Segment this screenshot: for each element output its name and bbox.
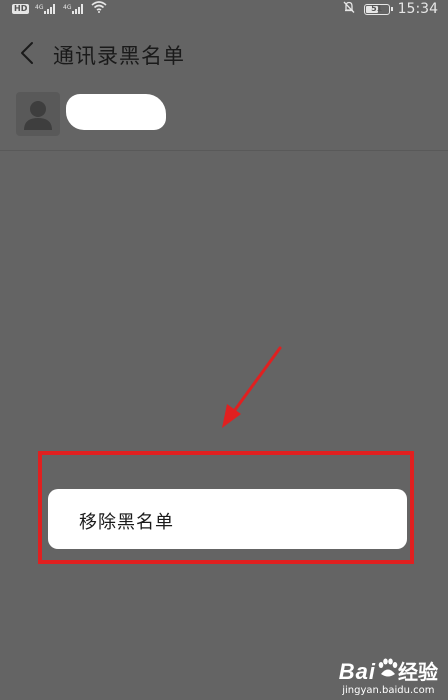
watermark: Bai 经验 jingyan.baidu.com — [339, 656, 438, 696]
watermark-url: jingyan.baidu.com — [342, 685, 435, 696]
remove-from-blacklist-button[interactable]: 移除黑名单 — [79, 508, 174, 534]
context-menu: 移除黑名单 — [48, 489, 407, 549]
watermark-suffix: 经验 — [398, 660, 438, 684]
watermark-brand: Bai — [338, 659, 376, 684]
paw-icon — [378, 658, 398, 677]
annotation-arrow — [222, 346, 282, 428]
